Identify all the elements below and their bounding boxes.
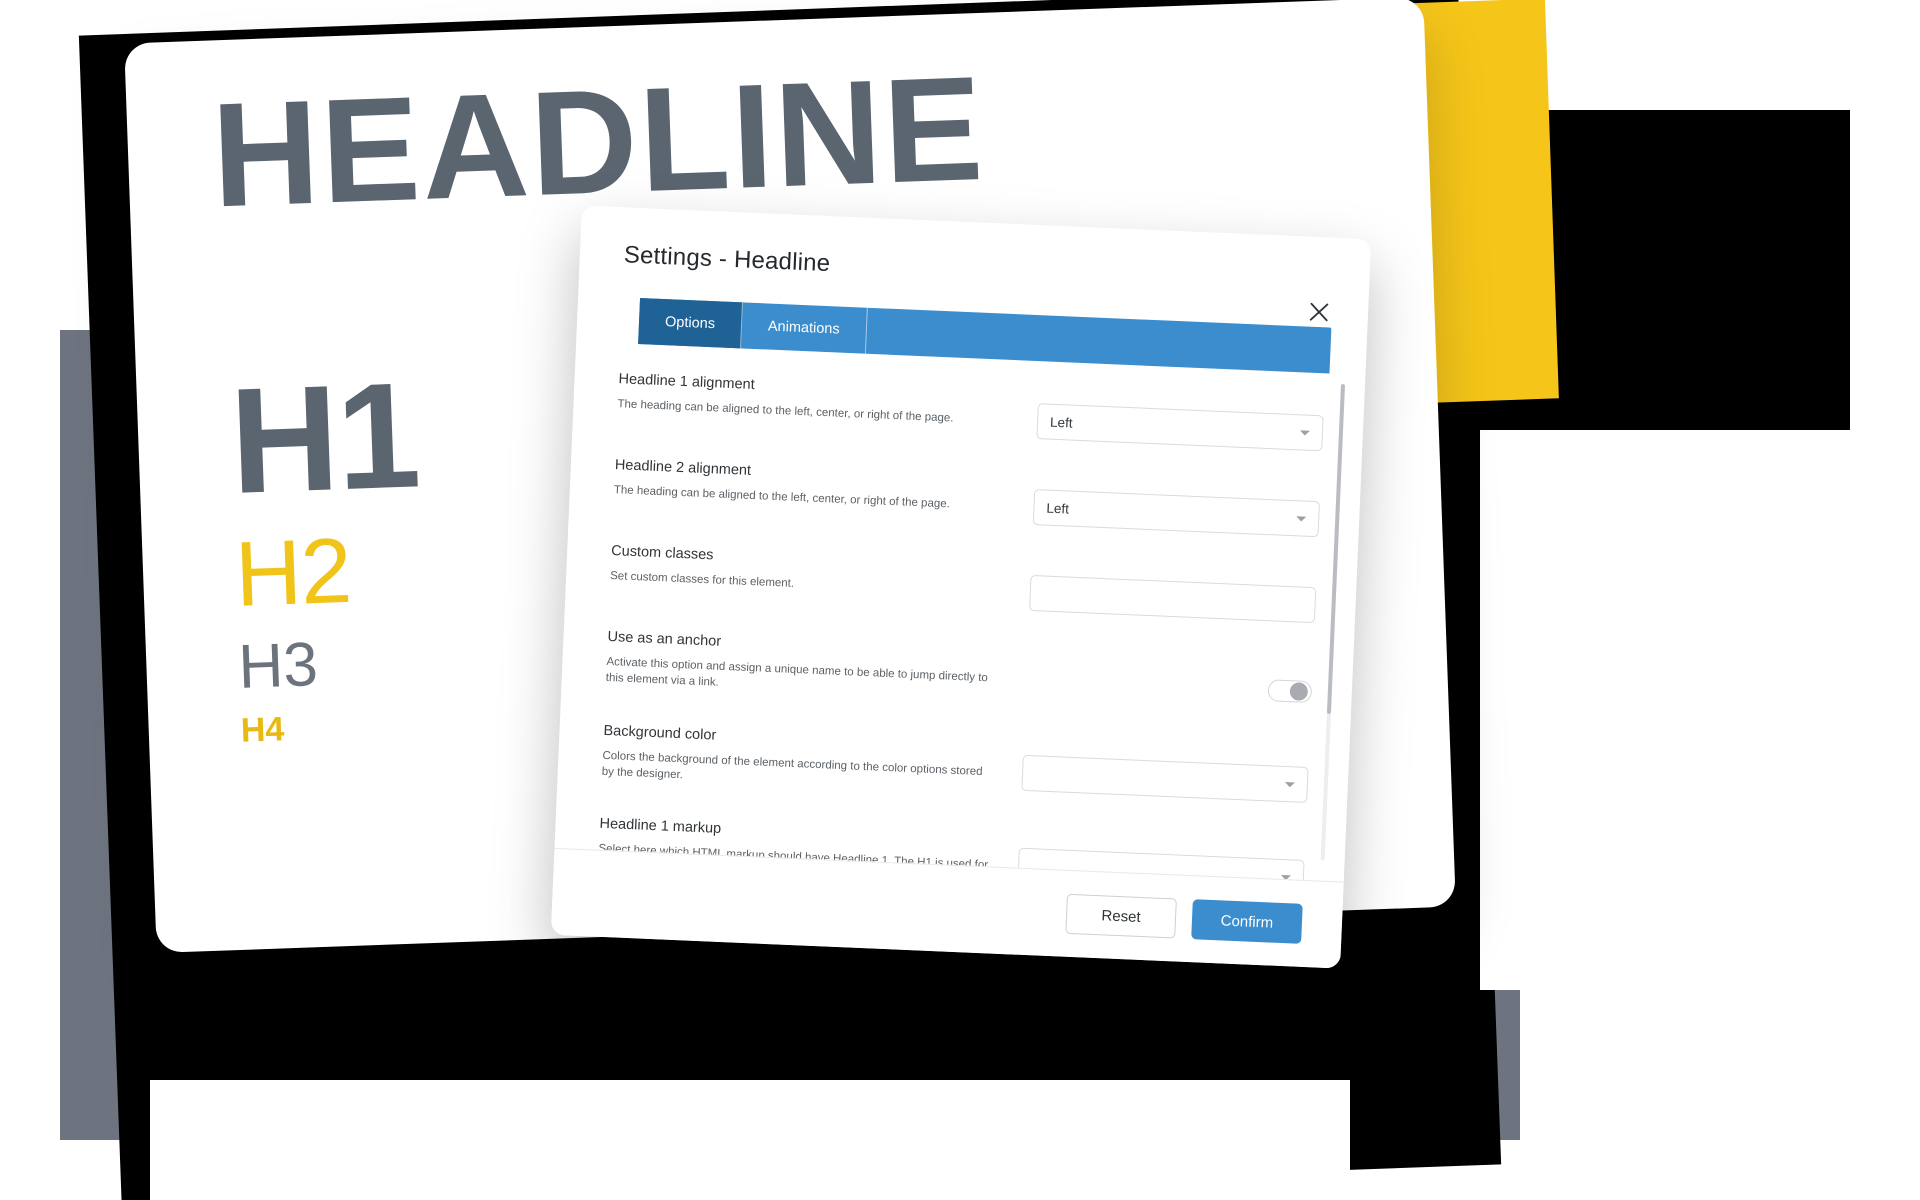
tab-animations[interactable]: Animations xyxy=(740,302,868,354)
type-sample-h1: H1 xyxy=(227,350,422,525)
tab-animations-label: Animations xyxy=(767,318,840,338)
field-control xyxy=(1017,738,1309,803)
select-value: Left xyxy=(1046,500,1070,517)
chevron-down-icon xyxy=(1296,516,1307,522)
toggle-knob xyxy=(1289,682,1309,701)
confirm-button[interactable]: Confirm xyxy=(1191,899,1303,944)
field-description: Activate this option and assign a unique… xyxy=(605,655,989,690)
field-text: Use as an anchor Activate this option an… xyxy=(605,627,997,703)
background-white-right xyxy=(1480,430,1900,990)
headline-1-alignment-select[interactable]: Left xyxy=(1036,403,1324,452)
use-as-anchor-toggle[interactable] xyxy=(1267,679,1313,704)
page-title: HEADLINE xyxy=(209,45,988,239)
tab-options[interactable]: Options xyxy=(638,298,743,349)
background-white-bottom xyxy=(150,1080,1350,1200)
close-icon[interactable] xyxy=(1303,296,1334,327)
field-control xyxy=(1022,645,1314,704)
field-custom-classes: Custom classes Set custom classes for th… xyxy=(609,541,1317,624)
field-text: Headline 1 alignment The heading can be … xyxy=(617,369,1008,429)
dialog-body: Headline 1 alignment The heading can be … xyxy=(554,341,1365,882)
mockup-stage: HEADLINE H1 H2 H3 H4 Settings - Headline… xyxy=(0,0,1920,1200)
field-background-color: Background color Colors the background o… xyxy=(601,721,1309,811)
type-sample-list: H1 H2 H3 H4 xyxy=(227,350,429,750)
field-control: Left xyxy=(1029,473,1321,538)
chevron-down-icon xyxy=(1284,781,1295,788)
settings-dialog: Settings - Headline Options Animations H… xyxy=(550,205,1372,969)
reset-button-label: Reset xyxy=(1101,906,1142,926)
type-sample-h3: H3 xyxy=(237,630,319,702)
select-value: Left xyxy=(1049,414,1073,431)
field-headline-1-alignment: Headline 1 alignment The heading can be … xyxy=(617,369,1325,452)
dialog-title: Settings - Headline xyxy=(623,241,831,278)
field-text: Custom classes Set custom classes for th… xyxy=(610,541,1001,601)
chevron-down-icon xyxy=(1299,430,1310,436)
tab-options-label: Options xyxy=(664,314,716,333)
field-text: Headline 2 alignment The heading can be … xyxy=(613,455,1004,515)
field-use-as-anchor: Use as an anchor Activate this option an… xyxy=(605,627,1313,717)
headline-2-alignment-select[interactable]: Left xyxy=(1032,489,1320,538)
field-headline-2-alignment: Headline 2 alignment The heading can be … xyxy=(613,455,1321,538)
background-color-select[interactable] xyxy=(1021,754,1309,803)
dialog-scroll-area: Headline 1 alignment The heading can be … xyxy=(554,341,1365,882)
reset-button[interactable]: Reset xyxy=(1065,893,1177,939)
field-text: Background color Colors the background o… xyxy=(601,721,993,797)
field-control xyxy=(1025,559,1317,624)
type-sample-h4: H4 xyxy=(240,710,285,750)
confirm-button-label: Confirm xyxy=(1220,911,1274,932)
type-sample-h2: H2 xyxy=(233,519,353,626)
field-description: Colors the background of the element acc… xyxy=(601,749,983,782)
custom-classes-input[interactable] xyxy=(1029,574,1317,624)
field-control: Left xyxy=(1032,387,1324,452)
